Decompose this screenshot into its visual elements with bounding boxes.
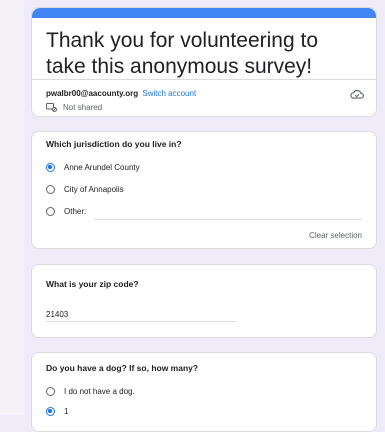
option-label: Other: <box>64 207 87 216</box>
radio-option-no-dog[interactable]: I do not have a dog. <box>46 387 135 396</box>
radio-option-anne-arundel[interactable]: Anne Arundel County <box>46 163 140 172</box>
question-title: Which jurisdiction do you live in? <box>46 139 182 149</box>
option-label: Anne Arundel County <box>64 163 140 172</box>
account-info: pwalbr00@aacounty.org Switch account <box>46 89 196 98</box>
zip-code-input[interactable]: 21403 <box>46 310 68 319</box>
not-shared-icon <box>46 103 57 112</box>
other-text-input[interactable] <box>94 219 362 220</box>
question-card-zip: What is your zip code? 21403 <box>31 264 377 338</box>
zip-input-underline <box>46 321 237 322</box>
radio-option-other[interactable]: Other: <box>46 207 86 216</box>
account-email: pwalbr00@aacounty.org <box>46 89 139 98</box>
page-left-margin <box>0 0 24 415</box>
question-title: Do you have a dog? If so, how many? <box>46 363 199 373</box>
cloud-save-icon <box>350 89 364 99</box>
radio-button-checked[interactable] <box>46 163 55 172</box>
radio-option-annapolis[interactable]: City of Annapolis <box>46 185 124 194</box>
radio-button[interactable] <box>46 207 55 216</box>
radio-button[interactable] <box>46 185 55 194</box>
option-label: City of Annapolis <box>64 185 124 194</box>
question-title: What is your zip code? <box>46 279 139 289</box>
clear-selection-button[interactable]: Clear selection <box>309 231 362 240</box>
header-divider <box>32 79 376 80</box>
shared-status-text: Not shared <box>63 103 103 112</box>
option-label: I do not have a dog. <box>64 387 135 396</box>
switch-account-link[interactable]: Switch account <box>142 89 196 98</box>
form-header-card: Thank you for volunteering to take this … <box>31 7 377 117</box>
shared-status: Not shared <box>46 103 102 112</box>
form-title: Thank you for volunteering to take this … <box>46 29 318 78</box>
radio-button[interactable] <box>46 387 55 396</box>
question-card-dog: Do you have a dog? If so, how many? I do… <box>31 352 377 432</box>
form-accent-bar <box>32 8 376 18</box>
question-card-jurisdiction: Which jurisdiction do you live in? Anne … <box>31 131 377 249</box>
